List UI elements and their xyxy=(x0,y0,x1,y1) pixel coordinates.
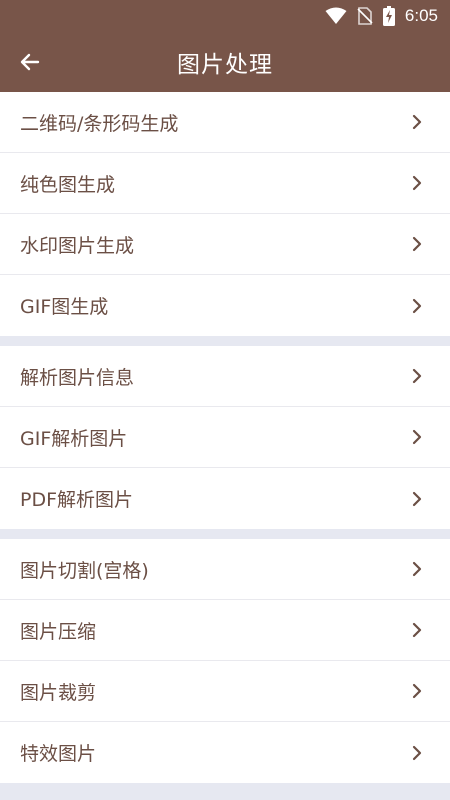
wifi-icon xyxy=(325,7,347,25)
battery-charging-icon xyxy=(382,6,395,26)
menu-item-label: GIF图生成 xyxy=(20,296,109,318)
menu-item-label: 解析图片信息 xyxy=(20,366,135,389)
chevron-right-icon xyxy=(412,236,422,252)
page-title: 图片处理 xyxy=(177,52,273,78)
menu-item-label: 图片裁剪 xyxy=(20,681,97,704)
menu-item-label: 二维码/条形码生成 xyxy=(20,112,179,135)
menu-item-crop[interactable]: 图片裁剪 xyxy=(0,661,450,722)
menu-item-effects[interactable]: 特效图片 xyxy=(0,722,450,783)
chevron-right-icon xyxy=(412,298,422,314)
chevron-right-icon xyxy=(412,622,422,638)
no-sim-icon xyxy=(357,7,373,25)
menu-item-gif-parse[interactable]: GIF解析图片 xyxy=(0,407,450,468)
menu-item-grid-cut[interactable]: 图片切割(宫格) xyxy=(0,539,450,600)
chevron-right-icon xyxy=(412,683,422,699)
chevron-right-icon xyxy=(412,429,422,445)
menu-group-parse: 解析图片信息 GIF解析图片 PDF解析图片 xyxy=(0,346,450,529)
chevron-right-icon xyxy=(412,175,422,191)
menu-item-solid-color[interactable]: 纯色图生成 xyxy=(0,153,450,214)
menu-item-label: 图片压缩 xyxy=(20,620,97,643)
menu-item-image-info[interactable]: 解析图片信息 xyxy=(0,346,450,407)
arrow-left-icon xyxy=(20,53,40,71)
menu-item-pdf-parse[interactable]: PDF解析图片 xyxy=(0,468,450,529)
chevron-right-icon xyxy=(412,114,422,130)
chevron-right-icon xyxy=(412,745,422,761)
menu-group-generate: 二维码/条形码生成 纯色图生成 水印图片生成 GIF图生成 xyxy=(0,92,450,336)
chevron-right-icon xyxy=(412,561,422,577)
menu-group-edit: 图片切割(宫格) 图片压缩 图片裁剪 特效图片 xyxy=(0,539,450,783)
menu-item-compress[interactable]: 图片压缩 xyxy=(0,600,450,661)
back-button[interactable] xyxy=(14,46,46,78)
app-bar: 图片处理 xyxy=(0,32,450,92)
menu-item-watermark[interactable]: 水印图片生成 xyxy=(0,214,450,275)
chevron-right-icon xyxy=(412,368,422,384)
menu-item-label: 水印图片生成 xyxy=(20,234,135,257)
menu-item-label: PDF解析图片 xyxy=(20,489,134,511)
menu-item-qrcode-barcode[interactable]: 二维码/条形码生成 xyxy=(0,92,450,153)
menu-item-label: 图片切割(宫格) xyxy=(20,559,149,582)
status-bar: 6:05 xyxy=(0,0,450,32)
menu-item-label: 特效图片 xyxy=(20,743,97,765)
menu-item-gif-generate[interactable]: GIF图生成 xyxy=(0,275,450,336)
chevron-right-icon xyxy=(412,491,422,507)
menu-item-label: GIF解析图片 xyxy=(20,427,128,450)
status-time: 6:05 xyxy=(404,6,438,25)
menu-item-label: 纯色图生成 xyxy=(20,173,116,196)
